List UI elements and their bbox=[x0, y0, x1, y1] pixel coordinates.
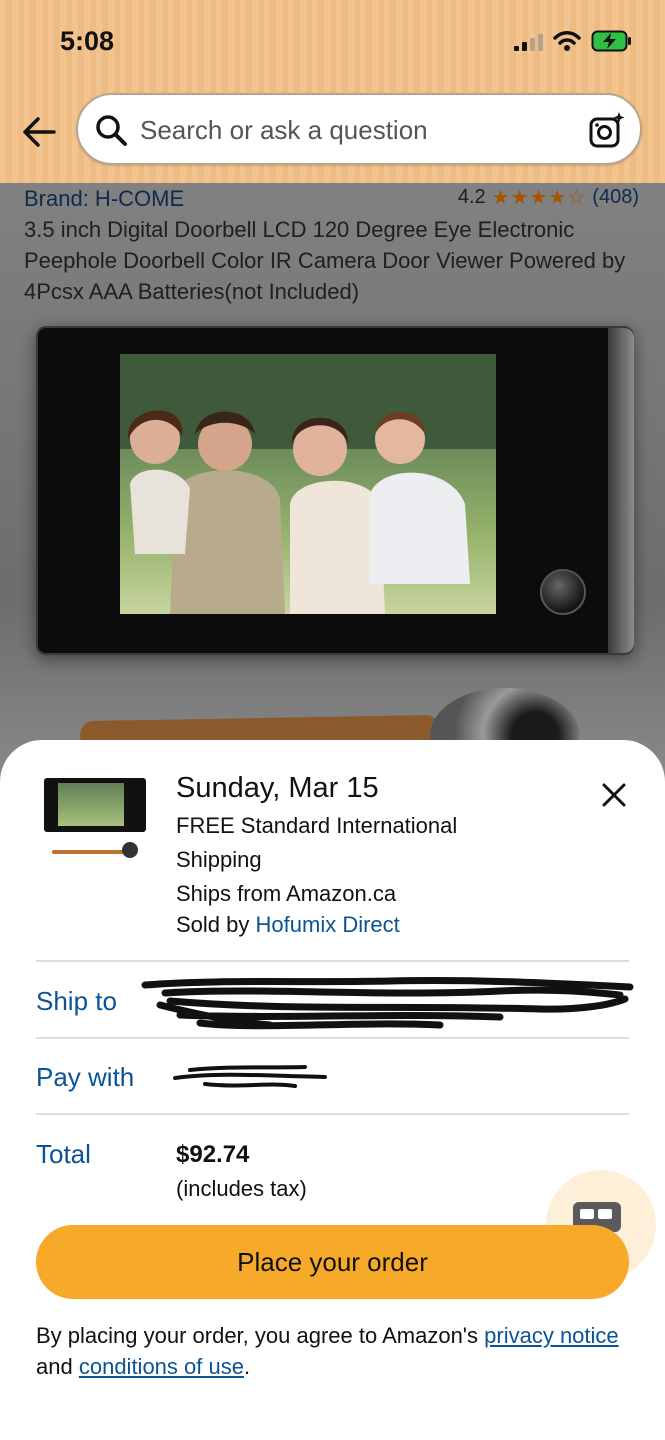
search-input[interactable] bbox=[140, 113, 560, 147]
app-header: 5:08 bbox=[0, 0, 665, 183]
product-thumbnail bbox=[44, 778, 148, 898]
close-icon[interactable] bbox=[601, 782, 627, 808]
search-icon bbox=[96, 115, 127, 146]
privacy-notice-link[interactable]: privacy notice bbox=[484, 1323, 619, 1348]
divider bbox=[36, 1113, 629, 1115]
sold-by-label: Sold by bbox=[176, 912, 250, 937]
conditions-of-use-link[interactable]: conditions of use bbox=[79, 1354, 244, 1379]
order-sheet: Sunday, Mar 15 FREE Standard Internation… bbox=[0, 740, 665, 1440]
legal-middle: and bbox=[36, 1354, 73, 1379]
status-time: 5:08 bbox=[60, 26, 115, 56]
redacted-address-scribble bbox=[141, 976, 634, 1030]
battery-charging-icon bbox=[591, 30, 631, 52]
cellular-signal-icon bbox=[514, 31, 543, 51]
legal-suffix: . bbox=[243, 1354, 251, 1379]
sold-by: Sold by Hofumix Direct bbox=[176, 912, 400, 938]
product-preview: Brand: H-COME 4.2 ★★★★☆ (408) 3.5 inch D… bbox=[0, 183, 665, 783]
product-image bbox=[36, 326, 634, 655]
search-bar[interactable] bbox=[76, 93, 642, 165]
camera-search-icon[interactable] bbox=[588, 111, 626, 149]
product-brand[interactable]: Brand: H-COME bbox=[24, 186, 184, 212]
star-rating-icon: ★★★★☆ bbox=[491, 187, 587, 209]
seller-link[interactable]: Hofumix Direct bbox=[256, 912, 400, 937]
product-title: 3.5 inch Digital Doorbell LCD 120 Degree… bbox=[24, 217, 626, 304]
rating-count: (408) bbox=[592, 186, 639, 208]
legal-notice: By placing your order, you agree to Amaz… bbox=[36, 1320, 636, 1382]
wifi-icon bbox=[553, 31, 581, 51]
total-label: Total bbox=[36, 1139, 91, 1169]
back-arrow-icon[interactable] bbox=[20, 112, 60, 152]
status-icons bbox=[514, 30, 633, 52]
divider bbox=[36, 1037, 629, 1039]
divider bbox=[36, 960, 629, 962]
delivery-date: Sunday, Mar 15 bbox=[176, 772, 379, 804]
redacted-payment-scribble bbox=[173, 1065, 327, 1088]
place-order-button[interactable]: Place your order bbox=[36, 1225, 629, 1299]
shipping-method-line1: FREE Standard International bbox=[176, 813, 458, 838]
ships-from: Ships from Amazon.ca bbox=[176, 881, 397, 906]
family-photo-image bbox=[120, 354, 496, 614]
legal-prefix: By placing your order, you agree to Amaz… bbox=[36, 1323, 479, 1348]
total-amount: $92.74 bbox=[176, 1141, 250, 1168]
pay-with-label[interactable]: Pay with bbox=[36, 1062, 134, 1093]
rating-value: 4.2 bbox=[457, 186, 486, 208]
ship-to-label[interactable]: Ship to bbox=[36, 986, 117, 1017]
device-button bbox=[540, 569, 586, 615]
total-tax-note: (includes tax) bbox=[176, 1176, 307, 1201]
shipping-method-line2: Shipping bbox=[176, 847, 262, 872]
product-rating[interactable]: 4.2 ★★★★☆ (408) bbox=[458, 185, 639, 210]
